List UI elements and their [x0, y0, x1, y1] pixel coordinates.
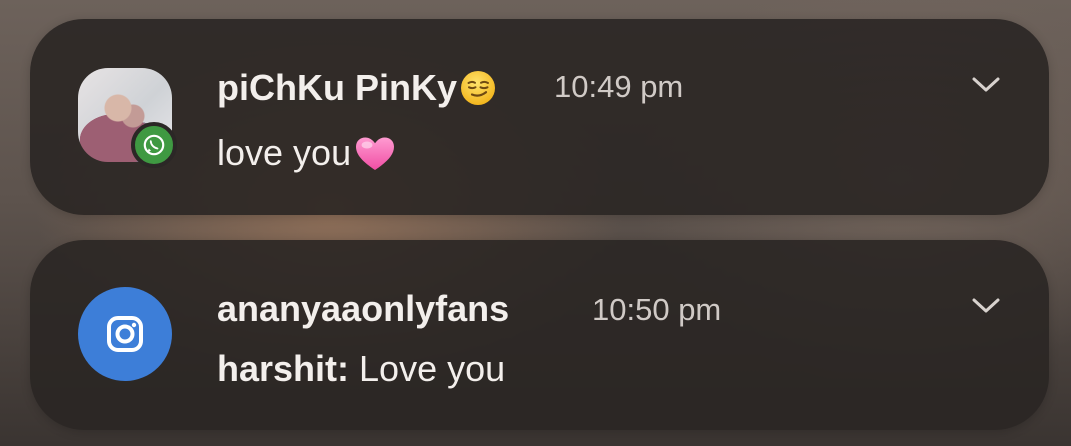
chevron-down-icon[interactable] — [971, 297, 1001, 315]
contact-avatar — [78, 68, 177, 168]
smirking-face-emoji — [459, 69, 497, 107]
notification-message: love you — [217, 135, 397, 173]
message-text: love you — [217, 132, 352, 173]
whatsapp-icon — [131, 122, 177, 168]
notification-time: 10:49 pm — [554, 69, 684, 104]
pink-heart-emoji — [353, 135, 397, 173]
contact-name: piChKu PinKy — [217, 67, 457, 108]
notification-title: piChKu PinKy — [217, 69, 497, 107]
notification-time: 10:50 pm — [592, 292, 722, 327]
notification-message: harshit: Love you — [217, 351, 505, 387]
instagram-icon — [78, 287, 172, 381]
chevron-down-icon[interactable] — [971, 76, 1001, 94]
notification-title: ananyaaonlyfans — [217, 288, 510, 329]
notification-card-instagram[interactable]: ananyaaonlyfans 10:50 pm harshit: Love y… — [30, 240, 1049, 430]
notification-card-whatsapp[interactable]: piChKu PinKy 10:49 pm love you — [30, 19, 1049, 215]
message-text: Love you — [359, 348, 506, 389]
instagram-app-avatar — [78, 287, 172, 381]
sender-name: harshit: — [217, 348, 350, 389]
